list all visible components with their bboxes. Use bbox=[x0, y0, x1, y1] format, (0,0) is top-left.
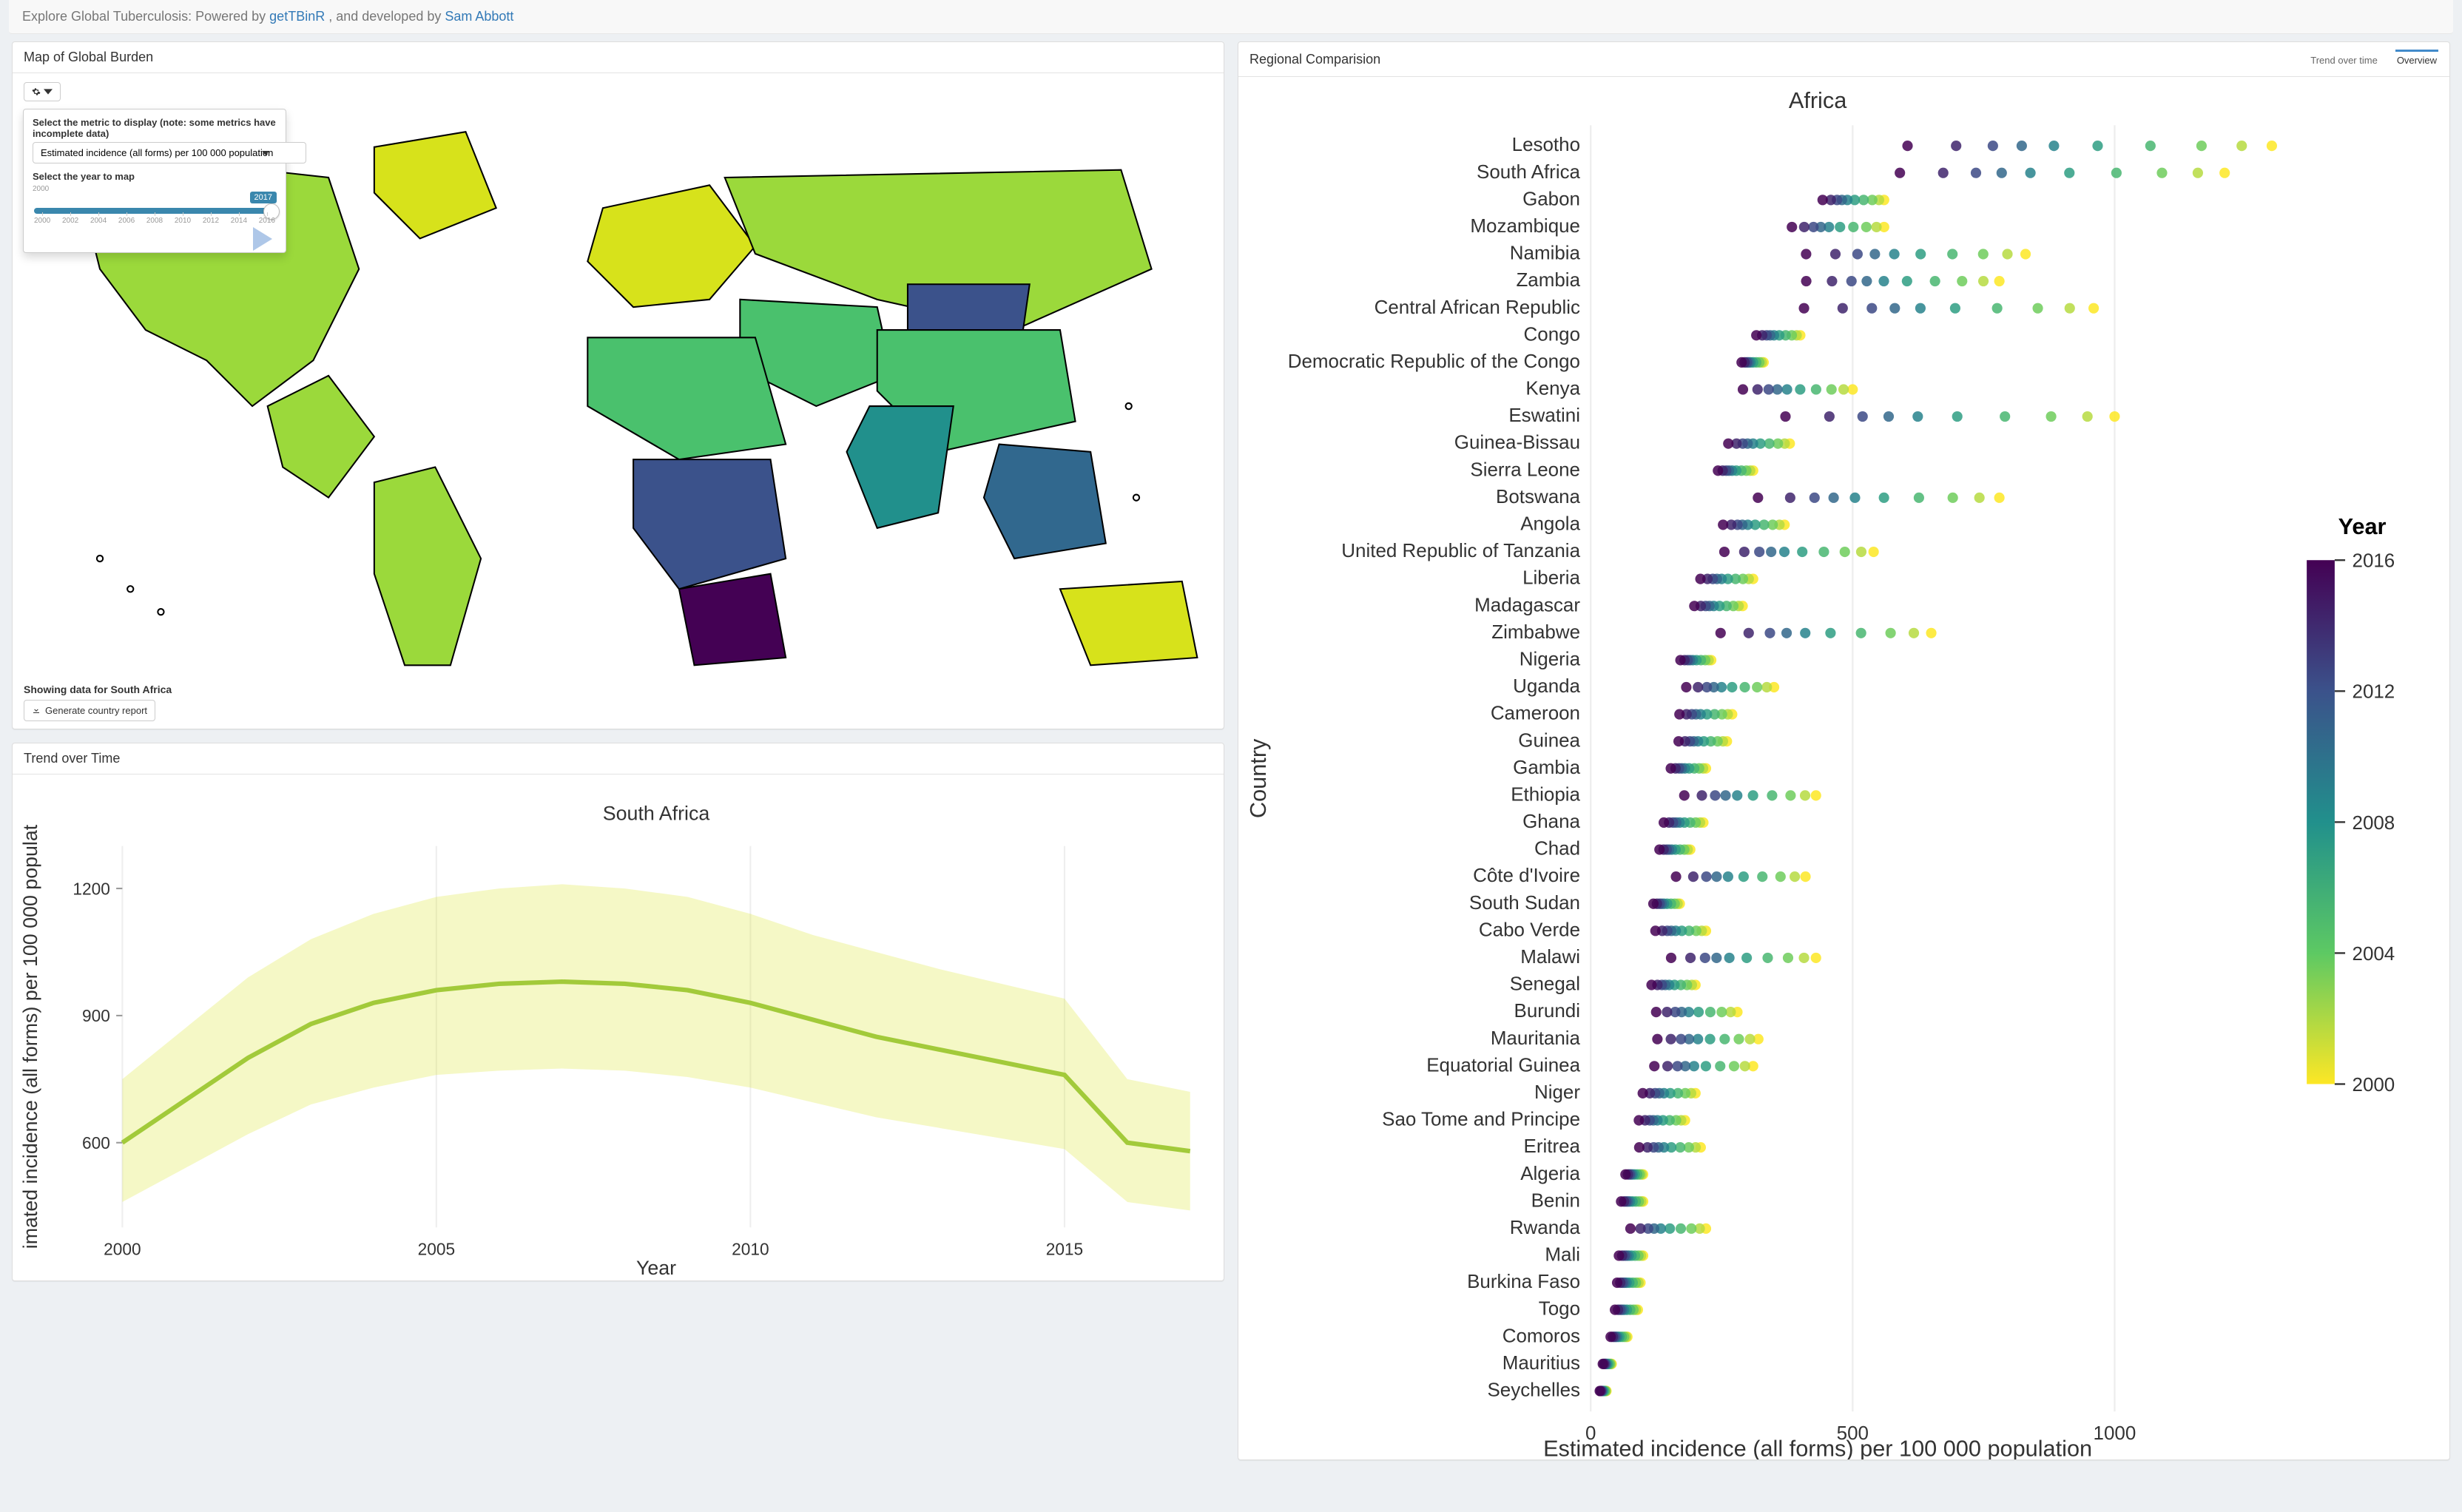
svg-text:Guinea-Bissau: Guinea-Bissau bbox=[1454, 431, 1580, 453]
svg-text:Guinea: Guinea bbox=[1518, 729, 1580, 751]
svg-text:1000: 1000 bbox=[2094, 1422, 2136, 1444]
svg-text:Benin: Benin bbox=[1531, 1189, 1580, 1211]
svg-text:Mali: Mali bbox=[1545, 1243, 1580, 1266]
svg-text:South Africa: South Africa bbox=[1477, 161, 1581, 183]
slider-play-button[interactable] bbox=[253, 227, 272, 251]
svg-text:Algeria: Algeria bbox=[1520, 1162, 1580, 1184]
svg-text:Ethiopia: Ethiopia bbox=[1511, 783, 1580, 805]
svg-text:Gambia: Gambia bbox=[1513, 756, 1580, 778]
download-icon bbox=[32, 706, 41, 715]
map-controls-popover: Select the metric to display (note: some… bbox=[23, 109, 286, 253]
svg-text:Senegal: Senegal bbox=[1510, 973, 1580, 995]
svg-text:Sierra Leone: Sierra Leone bbox=[1470, 458, 1580, 480]
trend-panel-title: Trend over Time bbox=[13, 743, 1224, 774]
trend-chart-title: South Africa bbox=[603, 803, 710, 825]
showing-data-label: Showing data for South Africa bbox=[24, 684, 1213, 695]
year-slider-label: Select the year to map bbox=[33, 171, 277, 182]
regional-tabs: Trend over time Overview bbox=[2309, 50, 2438, 69]
navbar-link-sam[interactable]: Sam Abbott bbox=[445, 9, 513, 24]
regional-chart: Africa 05001000LesothoSouth AfricaGabonM… bbox=[1241, 80, 2446, 1459]
gear-icon bbox=[32, 87, 41, 96]
trend-chart: South Africa imated incidence (all forms… bbox=[16, 777, 1221, 1280]
trend-y-axis-label: imated incidence (all forms) per 100 000… bbox=[19, 824, 41, 1249]
svg-text:Mozambique: Mozambique bbox=[1470, 215, 1580, 237]
svg-text:Eswatini: Eswatini bbox=[1508, 404, 1580, 426]
svg-text:Zambia: Zambia bbox=[1516, 269, 1580, 291]
svg-text:Burundi: Burundi bbox=[1514, 999, 1580, 1022]
svg-text:Nigeria: Nigeria bbox=[1520, 647, 1581, 669]
svg-text:Togo: Togo bbox=[1539, 1297, 1580, 1320]
svg-text:2016: 2016 bbox=[2353, 550, 2395, 572]
svg-text:Congo: Congo bbox=[1524, 323, 1580, 345]
trend-x-axis-label: Year bbox=[636, 1257, 676, 1279]
navbar-text-prefix: Explore Global Tuberculosis: Powered by bbox=[22, 9, 269, 24]
svg-text:1200: 1200 bbox=[72, 879, 109, 898]
svg-text:Gabon: Gabon bbox=[1522, 187, 1580, 209]
svg-text:Central African Republic: Central African Republic bbox=[1375, 296, 1580, 318]
metric-select[interactable] bbox=[33, 142, 306, 163]
regional-panel: Regional Comparision Trend over time Ove… bbox=[1238, 41, 2450, 1460]
svg-text:United Republic of Tanzania: United Republic of Tanzania bbox=[1341, 539, 1580, 561]
regional-chart-title: Africa bbox=[1789, 87, 1847, 113]
generate-report-button[interactable]: Generate country report bbox=[24, 700, 155, 721]
svg-text:900: 900 bbox=[82, 1006, 110, 1025]
svg-text:2004: 2004 bbox=[2353, 942, 2395, 965]
svg-text:Namibia: Namibia bbox=[1510, 242, 1581, 264]
svg-text:Niger: Niger bbox=[1534, 1081, 1580, 1103]
navbar: Explore Global Tuberculosis: Powered by … bbox=[9, 0, 2453, 34]
regional-y-axis-label: Country bbox=[1245, 738, 1271, 818]
svg-text:Angola: Angola bbox=[1520, 513, 1580, 535]
svg-text:Malawi: Malawi bbox=[1520, 945, 1580, 968]
map-panel: Map of Global Burden Select the metric t… bbox=[12, 41, 1224, 729]
regional-panel-title: Regional Comparision bbox=[1249, 52, 1380, 67]
svg-text:Democratic Republic of the Con: Democratic Republic of the Congo bbox=[1288, 350, 1580, 372]
navbar-text-mid: , and developed by bbox=[328, 9, 445, 24]
svg-text:600: 600 bbox=[82, 1133, 110, 1152]
svg-text:Mauritius: Mauritius bbox=[1503, 1351, 1580, 1374]
navbar-link-gettbinr[interactable]: getTBinR bbox=[269, 9, 325, 24]
svg-text:Cameroon: Cameroon bbox=[1491, 702, 1580, 724]
slider-ticks: 200020022004200620082010201220142016 bbox=[34, 217, 275, 225]
metric-select-label: Select the metric to display (note: some… bbox=[33, 117, 277, 139]
svg-text:Eritrea: Eritrea bbox=[1524, 1135, 1581, 1157]
svg-text:Chad: Chad bbox=[1534, 837, 1580, 860]
slider-value-bubble: 2017 bbox=[250, 192, 277, 203]
svg-text:Mauritania: Mauritania bbox=[1491, 1027, 1581, 1049]
svg-text:Madagascar: Madagascar bbox=[1474, 593, 1580, 615]
year-slider[interactable]: 2017 20002002200420062008201020122014201… bbox=[33, 196, 277, 226]
trend-panel: Trend over Time South Africa imated inci… bbox=[12, 743, 1224, 1281]
svg-text:2008: 2008 bbox=[2353, 811, 2395, 834]
legend-colorbar bbox=[2307, 560, 2335, 1084]
svg-text:Liberia: Liberia bbox=[1522, 567, 1580, 589]
tab-trend-over-time[interactable]: Trend over time bbox=[2309, 50, 2379, 69]
svg-text:Uganda: Uganda bbox=[1513, 675, 1580, 697]
svg-text:Cabo Verde: Cabo Verde bbox=[1479, 918, 1580, 940]
svg-text:2005: 2005 bbox=[418, 1239, 455, 1258]
regional-x-axis-label: Estimated incidence (all forms) per 100 … bbox=[1543, 1435, 2092, 1459]
svg-text:Ghana: Ghana bbox=[1522, 810, 1580, 832]
svg-text:Sao Tome and Principe: Sao Tome and Principe bbox=[1382, 1108, 1580, 1130]
svg-text:2012: 2012 bbox=[2353, 681, 2395, 703]
map-settings-button[interactable] bbox=[24, 82, 61, 101]
svg-text:2000: 2000 bbox=[104, 1239, 141, 1258]
svg-text:Lesotho: Lesotho bbox=[1512, 133, 1580, 155]
svg-text:Equatorial Guinea: Equatorial Guinea bbox=[1426, 1053, 1580, 1076]
svg-text:Burkina Faso: Burkina Faso bbox=[1467, 1270, 1580, 1292]
svg-text:Botswana: Botswana bbox=[1496, 485, 1581, 507]
svg-text:2000: 2000 bbox=[2353, 1073, 2395, 1096]
caret-down-icon bbox=[44, 87, 53, 96]
svg-text:2010: 2010 bbox=[732, 1239, 769, 1258]
svg-text:Comoros: Comoros bbox=[1503, 1324, 1580, 1346]
svg-text:Kenya: Kenya bbox=[1525, 377, 1580, 399]
slider-min-label: 2000 bbox=[33, 185, 49, 193]
svg-text:2015: 2015 bbox=[1046, 1239, 1083, 1258]
svg-text:Zimbabwe: Zimbabwe bbox=[1491, 621, 1580, 643]
svg-text:Rwanda: Rwanda bbox=[1510, 1216, 1581, 1238]
svg-text:South Sudan: South Sudan bbox=[1469, 891, 1580, 914]
legend-title: Year bbox=[2338, 513, 2387, 539]
map-panel-title: Map of Global Burden bbox=[13, 42, 1224, 73]
tab-overview[interactable]: Overview bbox=[2395, 50, 2438, 69]
svg-text:Côte d'Ivoire: Côte d'Ivoire bbox=[1473, 864, 1580, 886]
svg-text:Seychelles: Seychelles bbox=[1487, 1378, 1580, 1400]
